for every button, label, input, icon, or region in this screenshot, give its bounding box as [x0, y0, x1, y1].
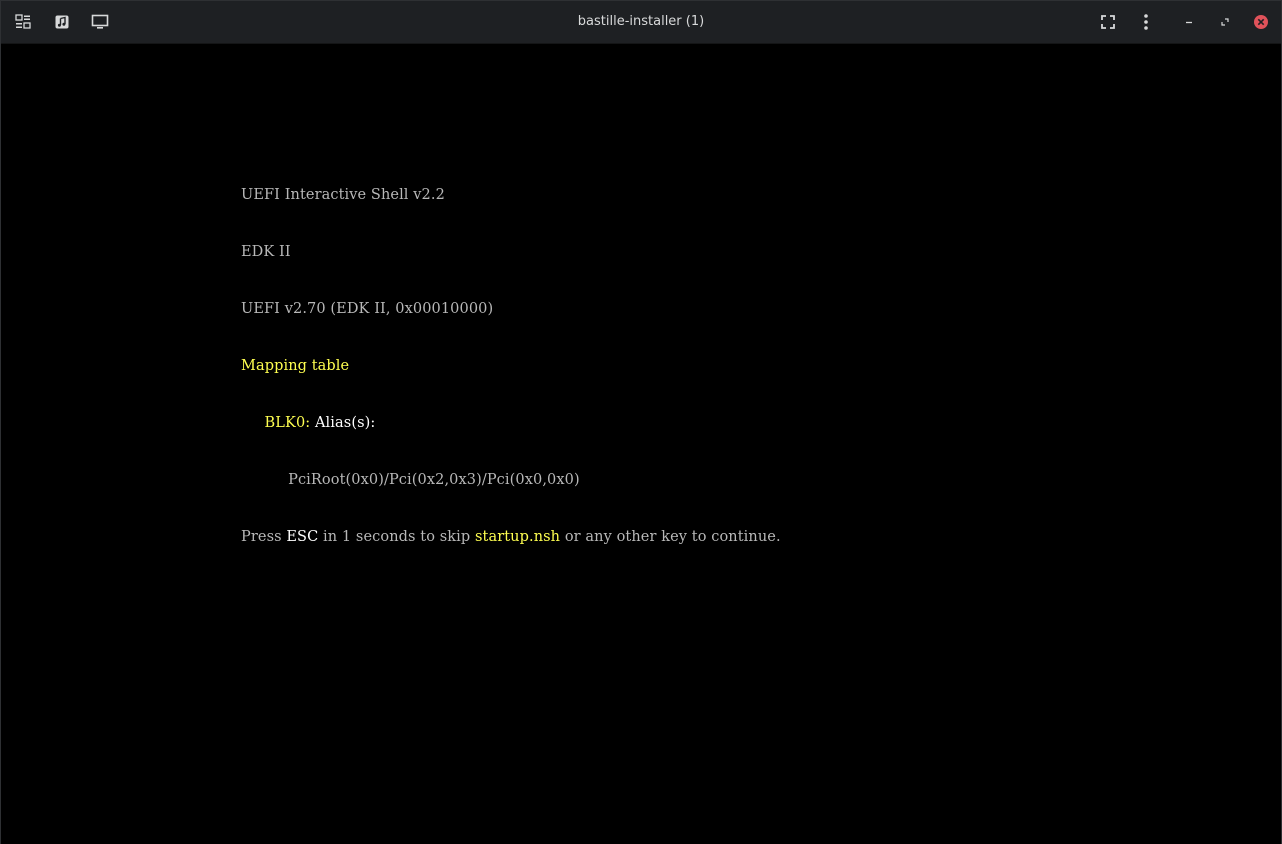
prompt-text: Press [241, 529, 287, 545]
fullscreen-button[interactable] [1096, 10, 1120, 34]
shell-version-line: UEFI Interactive Shell v2.2 [241, 187, 445, 203]
startup-file: startup.nsh [475, 529, 561, 545]
prompt-text: or any other key to continue. [560, 529, 781, 545]
device-path-line: PciRoot(0x0)/Pci(0x2,0x3)/Pci(0x0,0x0) [241, 471, 781, 490]
window-title: bastille-installer (1) [577, 14, 705, 29]
kebab-menu-icon [1143, 13, 1149, 31]
edk-line: EDK II [241, 244, 291, 260]
tiles-button[interactable] [11, 10, 35, 34]
audio-button[interactable] [50, 10, 74, 34]
close-icon [1253, 14, 1269, 30]
prompt-text: in 1 seconds to skip [318, 529, 475, 545]
fullscreen-icon [1100, 14, 1116, 30]
menu-button[interactable] [1134, 10, 1158, 34]
vm-display[interactable]: UEFI Interactive Shell v2.2 EDK II UEFI … [1, 44, 1281, 844]
restore-button[interactable] [1213, 10, 1237, 34]
title-bar: bastille-installer (1) [1, 1, 1281, 44]
mapping-table-heading: Mapping table [241, 358, 350, 374]
uefi-version-line: UEFI v2.70 (EDK II, 0x00010000) [241, 301, 494, 317]
uefi-shell-console: UEFI Interactive Shell v2.2 EDK II UEFI … [241, 148, 781, 585]
device-mapping-line: BLK0: Alias(s): [241, 414, 781, 433]
close-button[interactable] [1249, 10, 1273, 34]
minimize-icon [1184, 17, 1194, 27]
restore-icon [1220, 17, 1230, 27]
vm-window: bastille-installer (1) UEFI Interactive … [0, 0, 1282, 844]
alias-label: Alias(s): [310, 415, 376, 431]
device-path: PciRoot(0x0)/Pci(0x2,0x3)/Pci(0x0,0x0) [288, 472, 580, 488]
display-button[interactable] [88, 10, 112, 34]
music-note-icon [54, 14, 70, 30]
monitor-icon [91, 14, 109, 30]
minimize-button[interactable] [1177, 10, 1201, 34]
tiles-icon [15, 14, 31, 30]
startup-prompt-line: Press ESC in 1 seconds to skip startup.n… [241, 528, 781, 547]
device-name: BLK0: [264, 415, 311, 431]
esc-key: ESC [286, 529, 319, 545]
